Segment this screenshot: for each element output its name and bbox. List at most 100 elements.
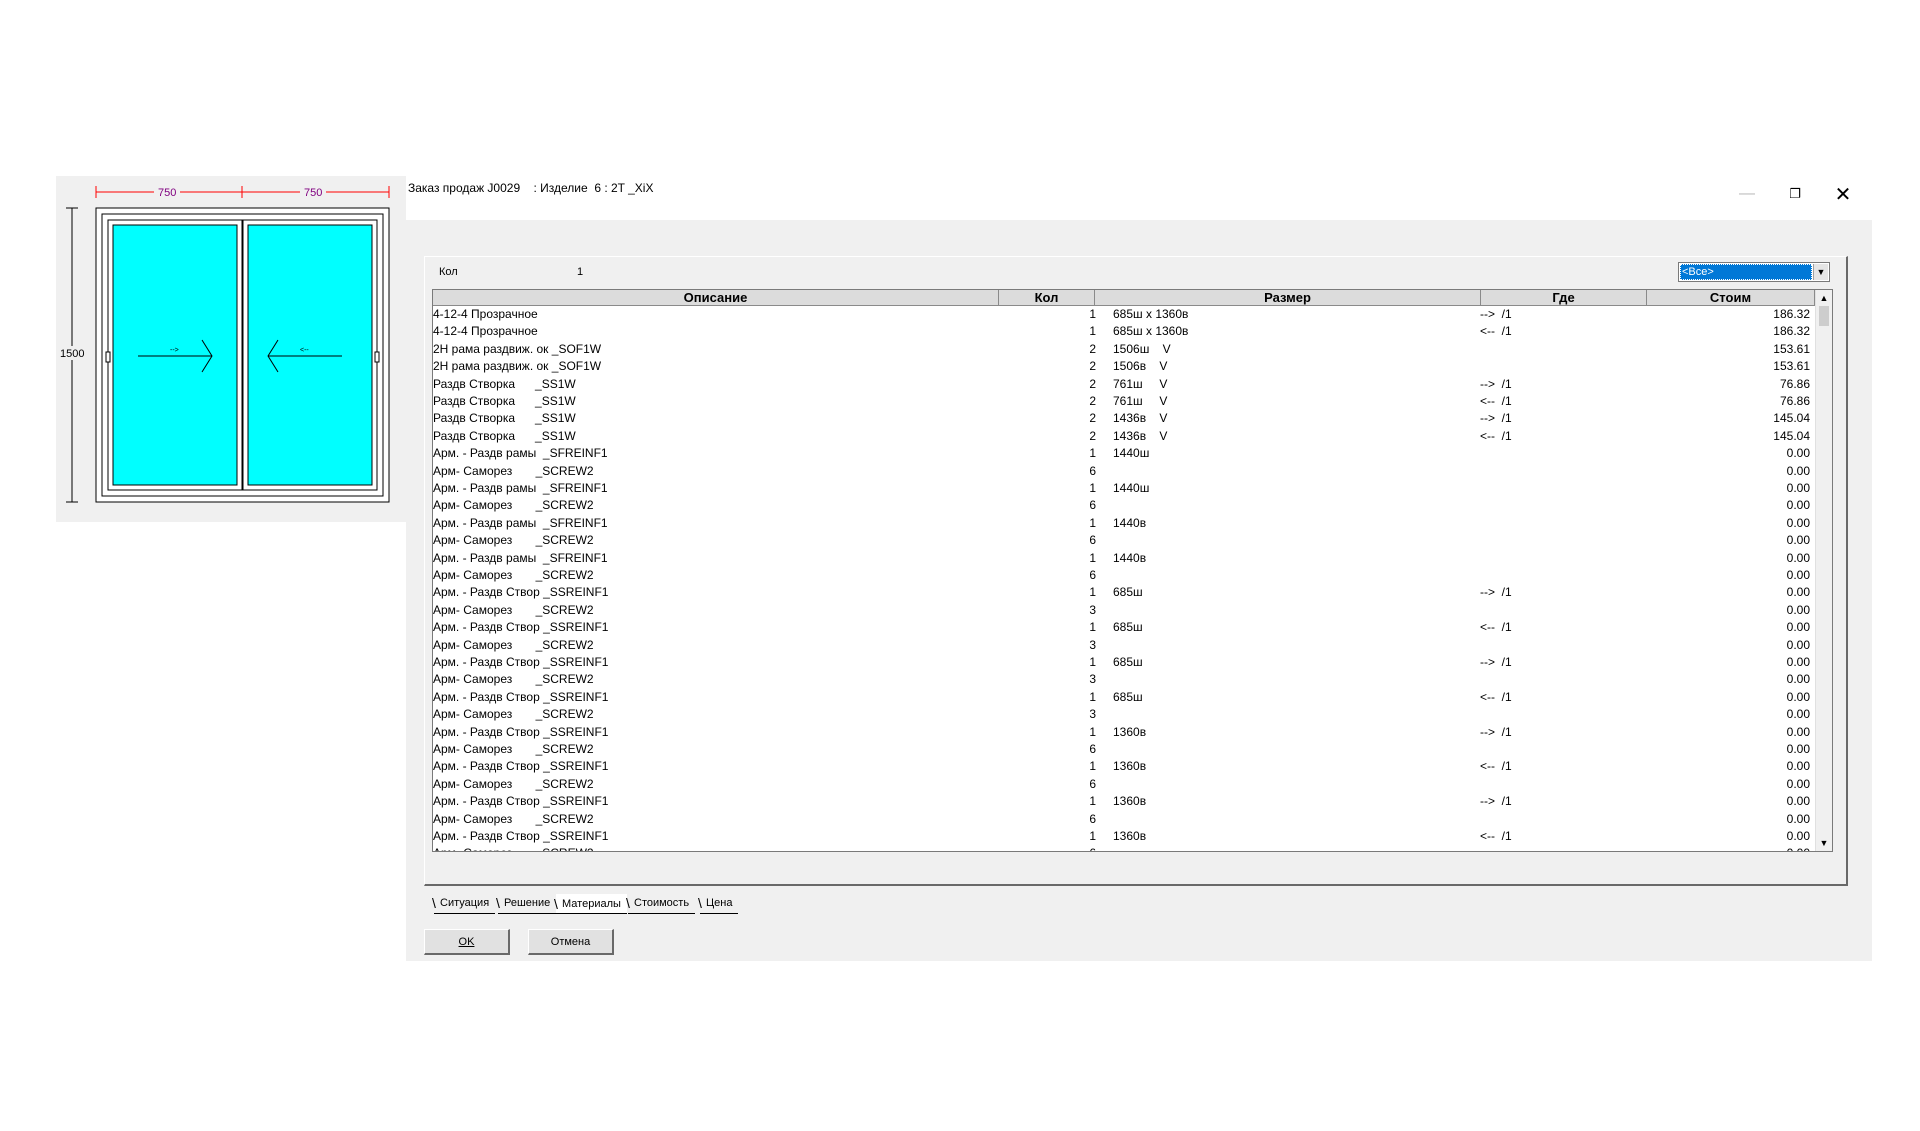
cell-qty: 6: [1089, 776, 1096, 791]
cell-cost: 0.00: [1786, 724, 1810, 739]
cell-cost: 0.00: [1786, 446, 1810, 461]
table-row[interactable]: Арм- Саморез _SCREW260.00: [433, 811, 1815, 828]
table-row[interactable]: Арм. - Раздв Створ _SSREINF1 1 1360в --> /1…: [433, 724, 1815, 741]
restore-icon[interactable]: ❐: [1772, 176, 1818, 212]
table-row[interactable]: Арм- Саморез _SCREW2 3 0.00: [433, 671, 1815, 688]
cell-size: 1436в V: [1113, 428, 1168, 443]
table-row[interactable]: Раздв Створка _SS1W 2 1436в V --> /1 145.04: [433, 410, 1815, 427]
cell-size: 1360в: [1113, 794, 1147, 809]
cell-description: Арм. - Раздв Створ _SSREINF1: [433, 829, 609, 843]
table-row[interactable]: Арм- Саморез _SCREW260.00: [433, 532, 1815, 549]
filter-selected-value[interactable]: <Все>: [1680, 264, 1812, 280]
column-header-cost[interactable]: Стоим: [1647, 290, 1815, 306]
tab-4[interactable]: Цена: [698, 894, 739, 914]
order-dialog: Заказ продаж J0029 : Изделие 6 : 2T _XiX…: [406, 176, 1872, 961]
table-row[interactable]: Арм. - Раздв рамы _SFREINF1 1 1440ш 0.00: [433, 480, 1815, 497]
tab-0[interactable]: Ситуация: [432, 894, 496, 914]
scroll-up-icon[interactable]: ▲: [1816, 290, 1832, 306]
cell-cost: 0.00: [1786, 776, 1810, 791]
column-header-description[interactable]: Описание: [433, 290, 999, 306]
materials-table[interactable]: Описание Кол Размер Где Стоим 4-12-4 Про…: [432, 289, 1833, 852]
table-row[interactable]: Арм- Саморез _SCREW260.00: [433, 776, 1815, 793]
cell-qty: 6: [1089, 463, 1096, 478]
cell-cost: 76.86: [1779, 376, 1810, 391]
cell-qty: 6: [1089, 811, 1096, 826]
cell-qty: 1: [1089, 620, 1096, 635]
table-row[interactable]: Раздв Створка _SS1W 2 1436в V <-- /1 145.04: [433, 428, 1815, 445]
table-row[interactable]: Арм. - Раздв Створ _SSREINF1 1 685ш <-- /1 0…: [433, 689, 1815, 706]
column-header-size[interactable]: Размер: [1095, 290, 1481, 306]
quantity-label: Кол: [439, 266, 458, 278]
cell-qty: 1: [1089, 307, 1096, 321]
close-icon[interactable]: ✕: [1820, 176, 1866, 212]
table-row[interactable]: Арм- Саморез _SCREW260.00: [433, 463, 1815, 480]
tab-3[interactable]: Стоимость: [626, 894, 696, 914]
table-row[interactable]: Арм- Саморез _SCREW260.00: [433, 497, 1815, 514]
cell-description: Арм- Саморез _SCREW2: [433, 742, 594, 756]
vertical-scrollbar[interactable]: ▲ ▼: [1815, 290, 1832, 851]
table-row[interactable]: 2H рама раздвиж. ок _SOF1W 2 1506ш V 153.61: [433, 341, 1815, 358]
table-row[interactable]: Арм. - Раздв Створ _SSREINF1 1 1360в --> /1…: [433, 793, 1815, 810]
scroll-thumb[interactable]: [1819, 306, 1829, 326]
cell-description: Арм- Саморез _SCREW2: [433, 463, 594, 478]
cell-cost: 0.00: [1786, 759, 1810, 774]
dim-label-right: 750: [304, 187, 322, 199]
table-row[interactable]: Арм. - Раздв рамы _SFREINF1 1 1440в 0.00: [433, 515, 1815, 532]
glass-right: [247, 224, 373, 486]
cell-description: Раздв Створка _SS1W: [433, 376, 576, 391]
cell-qty: 6: [1089, 742, 1096, 756]
cell-qty: 1: [1089, 829, 1096, 843]
cancel-button[interactable]: Отмена: [528, 929, 614, 955]
cell-size: 685ш x 1360в: [1113, 324, 1189, 339]
table-row[interactable]: Арм. - Раздв Створ _SSREINF1 1 1360в <-- /1…: [433, 828, 1815, 845]
table-row[interactable]: Арм- Саморез _SCREW260.00: [433, 567, 1815, 584]
cell-qty: 6: [1089, 568, 1096, 582]
table-row[interactable]: Арм. - Раздв Створ _SSREINF1 1 685ш --> /1 0…: [433, 584, 1815, 601]
minimize-icon[interactable]: —: [1724, 176, 1770, 212]
cell-cost: 0.00: [1786, 742, 1810, 756]
tab-1[interactable]: Решение: [496, 894, 557, 914]
cell-size: 1440ш: [1113, 446, 1150, 461]
table-row[interactable]: Раздв Створка _SS1W 2 761ш V <-- /1 76.86: [433, 393, 1815, 410]
chevron-down-icon[interactable]: ▼: [1813, 264, 1828, 280]
table-row[interactable]: Арм- Саморез _SCREW2 3 0.00: [433, 706, 1815, 723]
table-row[interactable]: Раздв Створка _SS1W 2 761ш V --> /1 76.86: [433, 376, 1815, 393]
cell-size: 1506ш V: [1113, 341, 1171, 356]
cell-description: Арм- Саморез _SCREW2: [433, 707, 594, 722]
tab-2[interactable]: Материалы: [554, 894, 627, 914]
title-bar[interactable]: Заказ продаж J0029 : Изделие 6 : 2T _XiX…: [406, 176, 1872, 220]
table-row[interactable]: Арм- Саморез _SCREW260.00: [433, 845, 1815, 851]
table-row[interactable]: Арм- Саморез _SCREW2 3 0.00: [433, 637, 1815, 654]
cell-cost: 0.00: [1786, 637, 1810, 652]
cell-qty: 3: [1089, 672, 1096, 687]
glass-left: [112, 224, 238, 486]
table-row[interactable]: Арм. - Раздв Створ _SSREINF1 1 1360в <-- /1…: [433, 758, 1815, 775]
cell-qty: 1: [1089, 481, 1096, 495]
table-row[interactable]: Арм. - Раздв рамы _SFREINF1 1 1440ш 0.00: [433, 445, 1815, 462]
ok-button[interactable]: OK: [424, 929, 510, 955]
table-row[interactable]: 2H рама раздвиж. ок _SOF1W 2 1506в V 153.61: [433, 358, 1815, 375]
cell-qty: 2: [1089, 394, 1096, 408]
table-row[interactable]: Арм- Саморез _SCREW2 3 0.00: [433, 602, 1815, 619]
cell-qty: 3: [1089, 602, 1096, 617]
cell-qty: 6: [1089, 533, 1096, 548]
cell-cost: 0.00: [1786, 829, 1810, 843]
column-header-where[interactable]: Где: [1481, 290, 1647, 306]
cell-where: <-- /1: [1480, 689, 1512, 704]
filter-dropdown[interactable]: <Все> ▼: [1678, 262, 1830, 282]
table-row[interactable]: 4-12-4 Прозрачное 1 685ш x 1360в <-- /1 186.…: [433, 323, 1815, 340]
table-row[interactable]: 4-12-4 Прозрачное 1 685ш x 1360в --> /1 186.…: [433, 306, 1815, 323]
table-row[interactable]: Арм. - Раздв Створ _SSREINF1 1 685ш --> /1 0…: [433, 654, 1815, 671]
cell-cost: 186.32: [1773, 324, 1810, 339]
table-row[interactable]: Арм- Саморез _SCREW2 6 0.00: [433, 741, 1815, 758]
scroll-down-icon[interactable]: ▼: [1816, 835, 1832, 851]
column-header-qty[interactable]: Кол: [999, 290, 1095, 306]
cell-description: Арм- Саморез _SCREW2: [433, 602, 594, 617]
cell-qty: 3: [1089, 637, 1096, 652]
table-row[interactable]: Арм. - Раздв Створ _SSREINF1 1 685ш <-- /1 0…: [433, 619, 1815, 636]
cell-qty: 3: [1089, 707, 1096, 722]
table-row[interactable]: Арм. - Раздв рамы _SFREINF1 1 1440в 0.00: [433, 550, 1815, 567]
cell-description: 4-12-4 Прозрачное: [433, 324, 538, 339]
cell-where: --> /1: [1480, 376, 1512, 391]
cell-size: 761ш V: [1113, 376, 1168, 391]
